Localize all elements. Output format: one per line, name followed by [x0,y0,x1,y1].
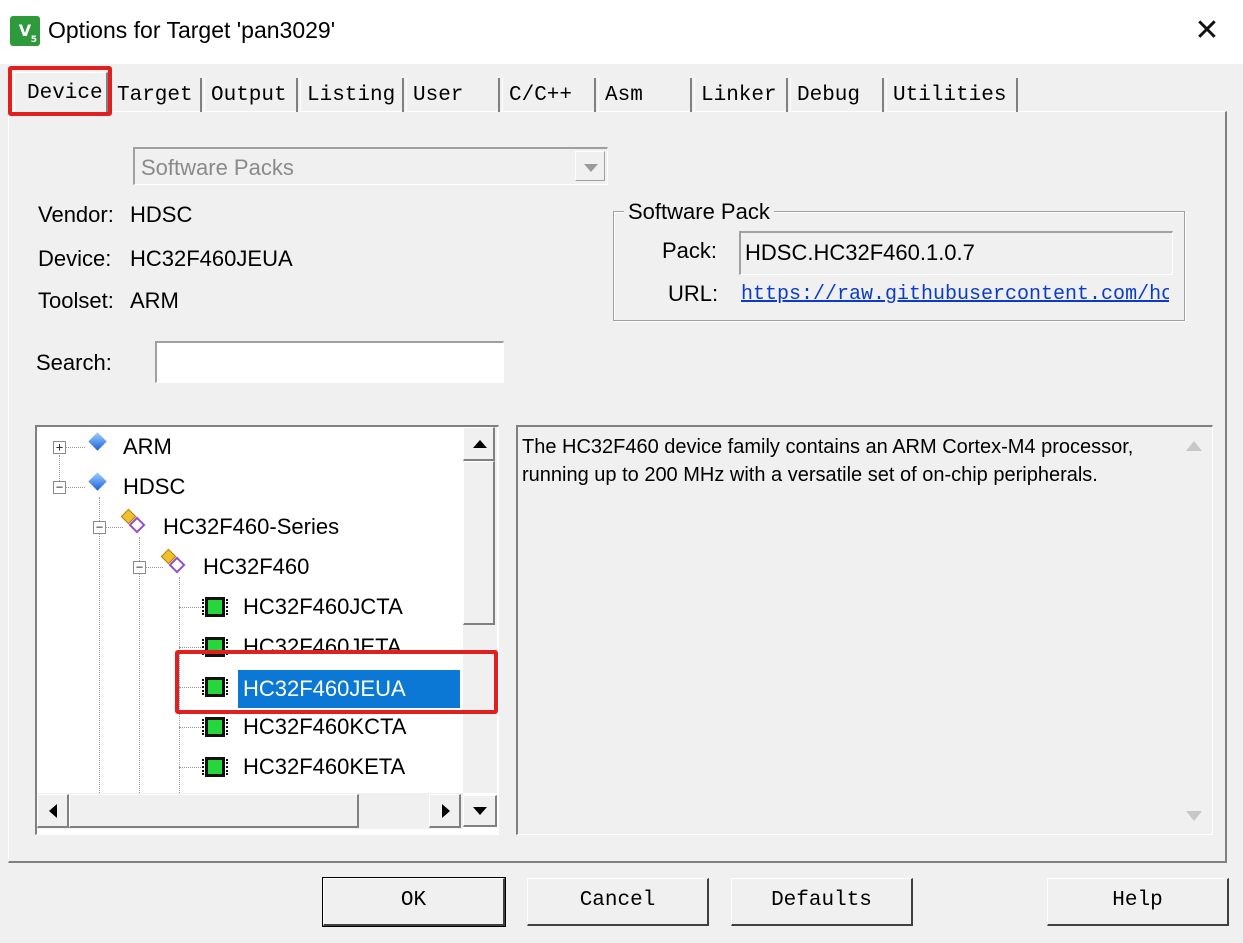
collapse-toggle[interactable]: − [93,521,106,534]
defaults-button[interactable]: Defaults [731,878,913,926]
tree-vertical-scrollbar[interactable] [463,427,497,793]
tree-connector [179,767,201,768]
scroll-down-arrow-icon[interactable] [1186,811,1202,821]
search-input[interactable] [155,341,504,383]
device-family-icon [120,508,146,534]
chip-icon [202,637,228,657]
vendor-label: Vendor: [38,202,114,227]
close-button[interactable]: ✕ [1190,16,1224,46]
tab-device[interactable]: Device [14,72,108,116]
window-title: Options for Target 'pan3029' [48,17,336,43]
collapse-toggle[interactable]: − [53,481,66,494]
keil-uvision-icon: V5 [10,16,40,46]
chip-icon [202,597,228,617]
chip-icon [202,717,228,737]
tree-item-arm[interactable]: ARM [123,427,172,467]
database-dropdown-button[interactable] [575,151,605,181]
tab-linker[interactable]: Linker [694,78,788,112]
scroll-down-button[interactable] [463,795,497,827]
collapse-toggle[interactable]: − [133,561,146,574]
tree-item-hdsc[interactable]: HDSC [123,467,185,507]
title-bar: V5 Options for Target 'pan3029' ✕ [0,0,1243,64]
database-select[interactable]: Software Packs [133,147,608,185]
chip-icon [202,677,228,697]
tree-item-hc32f460-series[interactable]: HC32F460-Series [163,507,339,547]
device-tree[interactable]: + ARM − HDSC − HC32F460-Series − HC32F46… [35,425,499,835]
arrow-up-icon [473,440,487,448]
ok-button[interactable]: OK [322,877,506,927]
tab-debug[interactable]: Debug [790,78,884,112]
pack-url-link[interactable]: https://raw.githubusercontent.com/hc [741,283,1169,306]
tree-connector [179,727,201,728]
database-select-value: Software Packs [141,155,294,180]
tree-connector [65,487,85,488]
tree-connector [99,497,100,827]
toolset-value: ARM [130,288,179,313]
tab-listing[interactable]: Listing [300,78,404,112]
software-pack-group-title: Software Pack [624,199,774,225]
vendor-gem-icon [88,432,107,451]
url-label: URL: [668,281,719,306]
tree-connector [179,687,201,688]
chevron-down-icon [584,164,598,172]
tree-item-device[interactable]: HC32F460JCTA [243,587,403,627]
chip-icon [202,757,228,777]
scroll-right-button[interactable] [429,794,461,828]
tree-item-hc32f460[interactable]: HC32F460 [203,547,309,587]
tree-connector [179,577,180,827]
tree-item-device[interactable]: HC32F460KETA [243,747,405,787]
tree-horizontal-scrollbar[interactable] [37,793,463,829]
tree-item-device-selected[interactable]: HC32F460JEUA [238,670,460,708]
expand-toggle[interactable]: + [53,441,66,454]
pack-label: Pack: [662,238,718,263]
tab-user[interactable]: User [406,78,500,112]
search-label: Search: [36,350,112,375]
vendor-value: HDSC [130,202,193,227]
tree-connector [65,447,85,448]
tab-output[interactable]: Output [204,78,298,112]
tree-item-device[interactable]: HC32F460KCTA [243,707,406,747]
tree-connector [179,607,201,608]
tree-connector [179,647,201,648]
arrow-down-icon [473,807,487,815]
tab-asm[interactable]: Asm [598,78,692,112]
scroll-up-arrow-icon[interactable] [1186,441,1202,451]
device-value: HC32F460JEUA [130,246,293,271]
tab-target[interactable]: Target [110,78,202,112]
toolset-label: Toolset: [38,288,114,313]
cancel-button[interactable]: Cancel [527,878,709,926]
scroll-up-button[interactable] [463,427,495,461]
arrow-left-icon [49,804,57,818]
scroll-left-button[interactable] [37,794,69,828]
help-button[interactable]: Help [1047,878,1229,926]
tab-utilities[interactable]: Utilities [886,78,1018,112]
tree-item-device[interactable]: HC32F460JETA [243,627,402,667]
device-label: Device: [38,246,112,271]
device-subfamily-icon [160,548,186,574]
device-description-panel: The HC32F460 device family contains an A… [516,425,1213,835]
tab-c-cpp[interactable]: C/C++ [502,78,596,112]
horizontal-scroll-thumb[interactable] [69,794,359,828]
tree-connector [139,537,140,827]
vendor-gem-icon [88,472,107,491]
device-description-text: The HC32F460 device family contains an A… [522,436,1134,486]
vertical-scroll-thumb[interactable] [463,461,495,625]
arrow-right-icon [442,804,450,818]
pack-value: HDSC.HC32F460.1.0.7 [745,240,975,265]
pack-field: HDSC.HC32F460.1.0.7 [739,231,1173,275]
